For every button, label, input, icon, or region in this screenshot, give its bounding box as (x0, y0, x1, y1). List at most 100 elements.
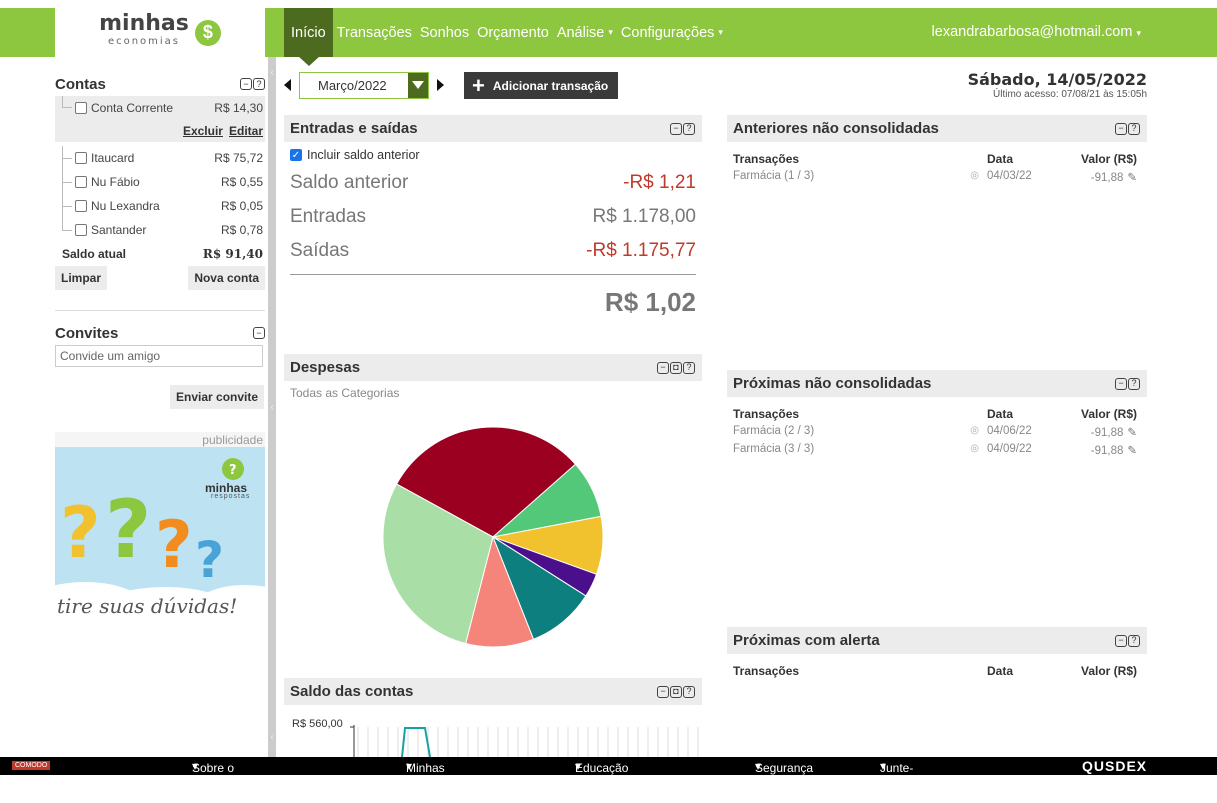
table-row[interactable]: Farmácia (3 / 3) ◎ 04/09/22 -91,88 ✎ (727, 443, 1147, 457)
editar-link[interactable]: Editar (229, 124, 263, 138)
edit-icon[interactable]: ✎ (1127, 425, 1137, 439)
account-checkbox[interactable] (75, 102, 87, 114)
transaction-name: Farmácia (1 / 3) (733, 170, 815, 182)
enviar-convite-button[interactable]: Enviar convite (170, 385, 265, 409)
include-saldo-checkbox[interactable]: ✓ Incluir saldo anterior (290, 148, 696, 162)
nova-conta-button[interactable]: Nova conta (188, 266, 265, 290)
sidebar-toggle[interactable]: ‹ ‹ ‹ (268, 57, 276, 757)
qusdex-logo[interactable]: QUSDEX (1082, 758, 1147, 774)
next-month-icon[interactable] (437, 79, 444, 91)
table-row[interactable]: Farmácia (1 / 3) ◎ 04/03/22 -91,88 ✎ (727, 170, 1147, 184)
col-transacoes: Transações (733, 152, 800, 166)
account-item[interactable]: Conta Corrente R$ 14,30 (55, 96, 265, 120)
transaction-name: Farmácia (3 / 3) (733, 443, 815, 455)
panel-title: Entradas e saídas (290, 120, 418, 137)
ad-sub: respostas (211, 493, 251, 500)
col-transacoes: Transações (733, 664, 800, 678)
collapse-icon[interactable]: − (657, 361, 669, 374)
help-icon[interactable]: ? (1128, 634, 1140, 647)
collapse-icon[interactable]: − (670, 122, 682, 135)
collapse-icon[interactable]: − (240, 78, 252, 90)
invite-input[interactable]: Convide um amigo (55, 345, 263, 367)
saldo-value: R$ 91,40 (202, 247, 263, 261)
account-checkbox[interactable] (75, 224, 87, 236)
alerta-header: Próximas com alerta −? (727, 627, 1147, 654)
nav-analise[interactable]: Análise ▾ (553, 8, 617, 57)
col-valor: Valor (R$) (1080, 407, 1137, 421)
top-rule (0, 0, 1217, 8)
add-transaction-button[interactable]: + Adicionar transação (464, 72, 619, 99)
account-item[interactable]: Nu Lexandra R$ 0,05 (55, 194, 265, 218)
footer-label: Sobre o Minhas Economias (192, 761, 252, 803)
nav-label: Transações (336, 24, 412, 41)
col-valor: Valor (R$) (1080, 664, 1137, 678)
account-item[interactable]: Nu Fábio R$ 0,55 (55, 170, 265, 194)
collapse-icon[interactable]: − (253, 327, 265, 339)
export-icon[interactable]: ◘ (670, 361, 682, 374)
divider (55, 310, 265, 311)
nav-inicio[interactable]: Início (284, 8, 333, 57)
table-row[interactable]: Farmácia (2 / 3) ◎ 04/06/22 -91,88 ✎ (727, 425, 1147, 439)
current-date: Sábado, 14/05/2022 (967, 70, 1147, 89)
footer-item[interactable]: Sobre o Minhas Economias ▾ (192, 759, 251, 803)
row-label: Entradas (290, 206, 367, 227)
collapse-icon[interactable]: − (1115, 122, 1127, 135)
transaction-value: -91,88 (1090, 445, 1124, 457)
despesas-header: Despesas − ◘? (284, 354, 702, 381)
ad-banner[interactable]: ? ? ? ? ? minhas respostas tire suas dúv… (55, 447, 265, 622)
user-email: lexandrabarbosa@hotmail.com (931, 24, 1133, 40)
category-filter[interactable]: Todas as Categorias (284, 381, 702, 405)
despesas-panel: Despesas − ◘? Todas as Categorias (284, 354, 702, 678)
svg-text:?: ? (105, 483, 151, 576)
logo[interactable]: minhas economias $ (55, 8, 265, 57)
help-icon[interactable]: ? (1128, 122, 1140, 135)
account-value: R$ 75,72 (214, 151, 263, 165)
help-icon[interactable]: ? (253, 78, 265, 90)
account-actions: Excluir Editar (55, 120, 265, 142)
account-checkbox[interactable] (75, 176, 87, 188)
footer-item[interactable]: Segurança ▾ (755, 759, 813, 775)
footer-item[interactable]: Minhas Economias ▾ (406, 759, 465, 789)
account-checkbox[interactable] (75, 152, 87, 164)
nav-label: Orçamento (477, 24, 549, 41)
prev-month-icon[interactable] (284, 79, 291, 91)
svg-text:?: ? (155, 508, 193, 583)
help-icon[interactable]: ? (683, 685, 695, 698)
excluir-link[interactable]: Excluir (183, 124, 223, 138)
nav-orcamento[interactable]: Orçamento (473, 8, 553, 57)
comodo-seal[interactable]: COMODO (12, 761, 51, 770)
help-icon[interactable]: ? (683, 122, 695, 135)
nav-configuracoes[interactable]: Configurações ▾ (617, 8, 727, 57)
transaction-value-cell: -91,88 ✎ (1059, 170, 1137, 184)
account-checkbox[interactable] (75, 200, 87, 212)
contas-buttons: Limpar Nova conta (55, 266, 265, 290)
plus-icon: + (472, 72, 485, 98)
nav-transacoes[interactable]: Transações (333, 8, 416, 57)
month-select[interactable]: Março/2022 (299, 71, 429, 99)
convites-title: Convites (55, 324, 119, 342)
month-value: Março/2022 (318, 77, 387, 93)
limpar-button[interactable]: Limpar (55, 266, 108, 290)
edit-icon[interactable]: ✎ (1127, 443, 1137, 457)
help-icon[interactable]: ? (683, 361, 695, 374)
help-icon[interactable]: ? (1128, 377, 1140, 390)
panel-controls: − ◘? (657, 685, 695, 698)
publicidade-label: publicidade (55, 432, 265, 448)
footer-item[interactable]: Educação Financeira ▾ (575, 759, 631, 789)
export-icon[interactable]: ◘ (670, 685, 682, 698)
col-transacoes: Transações (733, 407, 800, 421)
footer-item[interactable]: Junte-se a nós ▾ (880, 759, 913, 803)
nav-sonhos[interactable]: Sonhos (416, 8, 473, 57)
account-name: Santander (91, 223, 147, 237)
edit-icon[interactable]: ✎ (1127, 170, 1137, 184)
chevron-down-icon[interactable] (408, 72, 428, 98)
transaction-value-cell: -91,88 ✎ (1059, 443, 1137, 457)
transaction-value: -91,88 (1090, 427, 1124, 439)
account-item[interactable]: Santander R$ 0,78 (55, 218, 265, 242)
collapse-icon[interactable]: − (1115, 634, 1127, 647)
collapse-icon[interactable]: − (657, 685, 669, 698)
account-item[interactable]: Itaucard R$ 75,72 (55, 146, 265, 170)
collapse-arrow-icon: ‹ (270, 67, 274, 78)
collapse-icon[interactable]: − (1115, 377, 1127, 390)
user-menu[interactable]: lexandrabarbosa@hotmail.com ▾ (932, 24, 1141, 40)
